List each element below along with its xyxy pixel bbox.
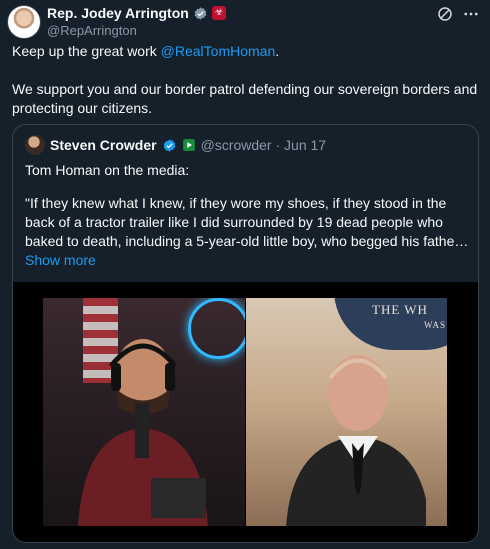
top-actions [436, 5, 480, 23]
video-media[interactable]: THE WH WAS [13, 282, 478, 542]
quote-author-meta: @scrowder · Jun 17 [200, 137, 327, 153]
author-name[interactable]: Rep. Jodey Arrington [47, 5, 189, 21]
video-panel-right: THE WH WAS [246, 298, 447, 526]
quote-header: Steven Crowder @scrowder · Jun 17 [25, 135, 326, 155]
tweet-text-second: We support you and our border patrol def… [12, 81, 478, 116]
show-more-link[interactable]: Show more [25, 251, 470, 270]
tweet[interactable]: Rep. Jodey Arrington ☣ @RepArrington Kee… [0, 0, 490, 549]
podcaster-figure [78, 339, 208, 526]
quoted-tweet[interactable]: Steven Crowder @scrowder · Jun 17 Tom Ho… [12, 124, 479, 543]
text-prefix: Keep up the great work [12, 43, 161, 59]
quote-author-name[interactable]: Steven Crowder [50, 137, 157, 153]
author-avatar[interactable] [7, 5, 41, 39]
mention-link[interactable]: @RealTomHoman [161, 43, 276, 59]
seal-text-1: THE WH [372, 302, 428, 317]
author-row: Rep. Jodey Arrington ☣ [47, 5, 226, 21]
quote-line-2: "If they knew what I knew, if they wore … [25, 195, 469, 249]
play-badge-icon [182, 139, 195, 151]
gov-flag-icon: ☣ [211, 6, 226, 20]
interviewee-figure [286, 355, 426, 526]
quote-text: Tom Homan on the media: "If they knew wh… [25, 161, 470, 270]
more-icon[interactable] [462, 5, 480, 23]
video-panel-left [43, 298, 245, 526]
author-handle[interactable]: @RepArrington [47, 23, 137, 38]
quote-line-1: Tom Homan on the media: [25, 162, 190, 178]
grok-icon[interactable] [436, 5, 454, 23]
seal-text-2: WAS [424, 320, 447, 330]
text-suffix: . [275, 43, 280, 59]
verified-badge-icon [194, 6, 207, 20]
verified-badge-icon [163, 138, 175, 152]
tweet-text: Keep up the great work @RealTomHoman. We… [12, 42, 482, 118]
quote-avatar[interactable] [25, 135, 45, 155]
